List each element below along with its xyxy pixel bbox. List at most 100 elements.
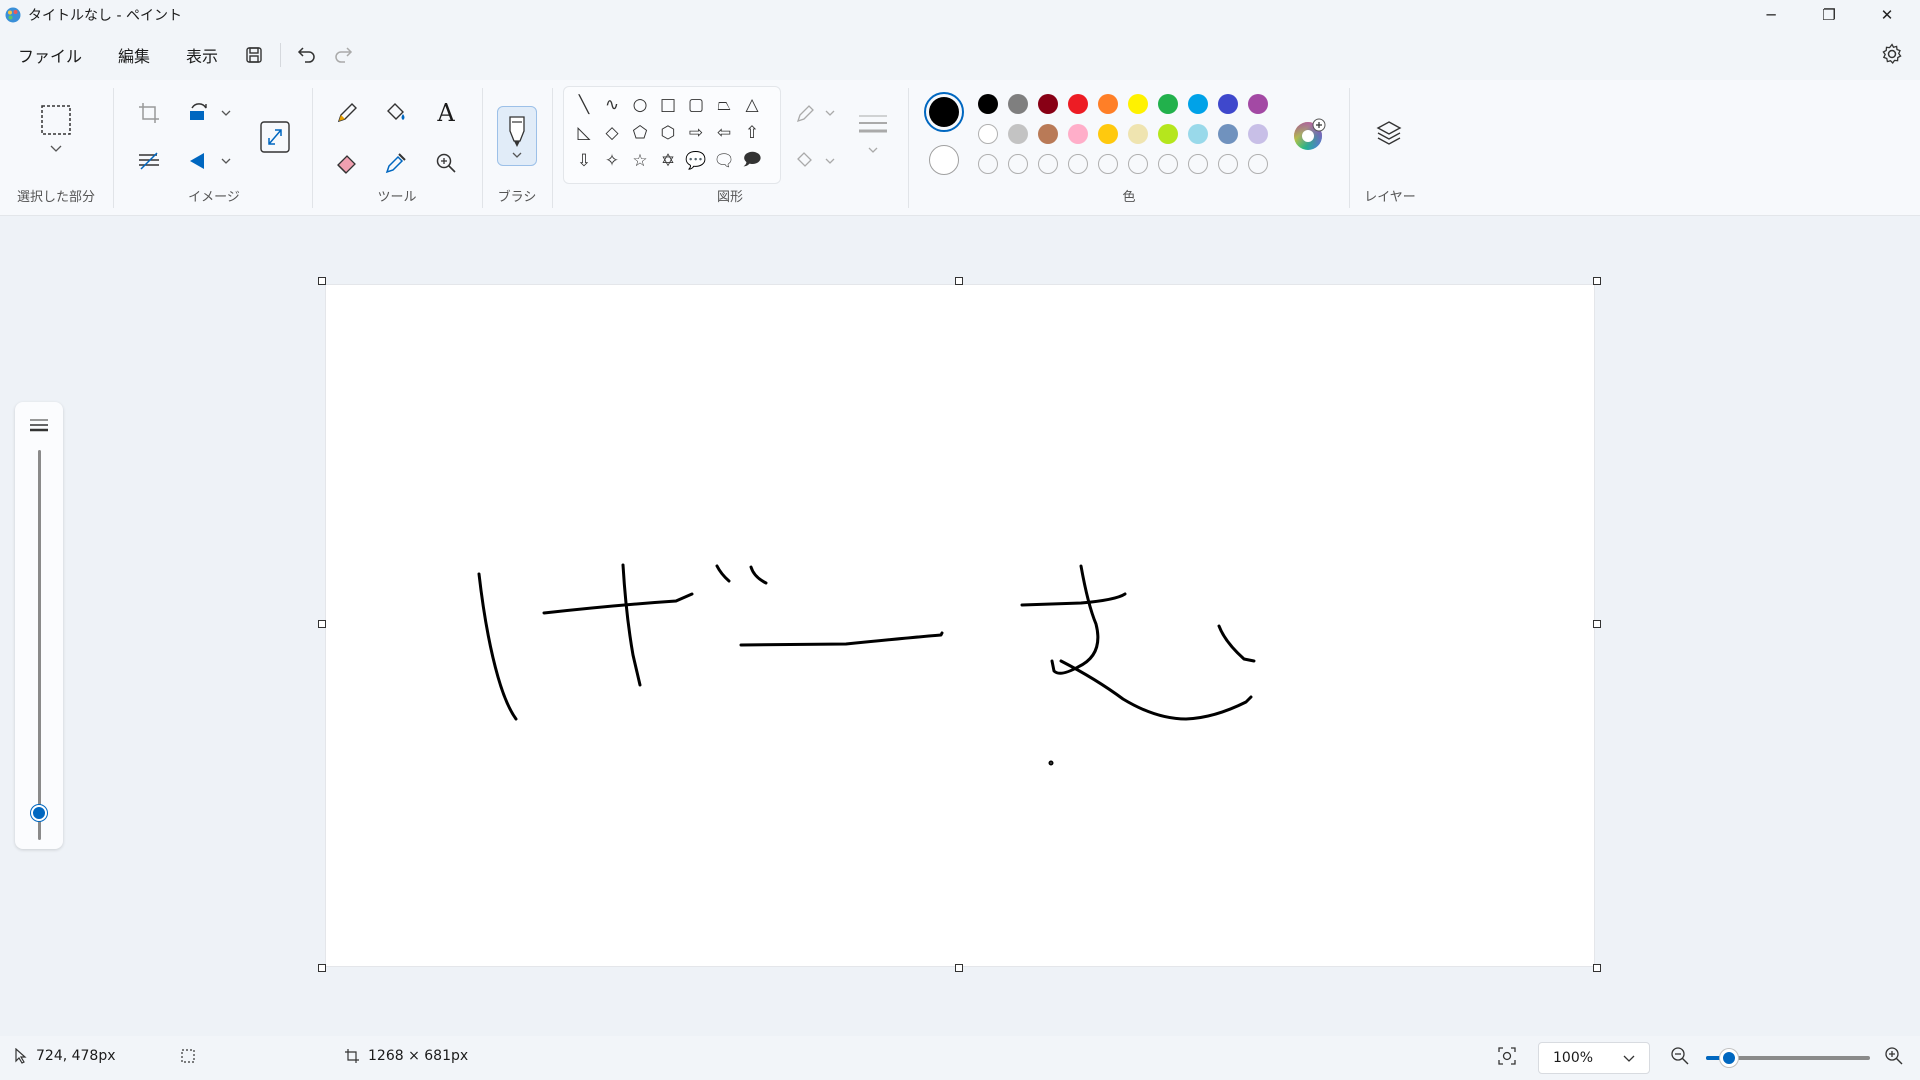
color-swatch[interactable] — [1068, 124, 1088, 144]
resize-handle-bottom-right[interactable] — [1593, 964, 1601, 972]
select-tool-button[interactable] — [40, 104, 72, 158]
cursor-position-text: 724, 478px — [36, 1048, 116, 1064]
brush-size-slider[interactable] — [15, 402, 63, 849]
resize-handle-right[interactable] — [1593, 620, 1601, 628]
custom-color-slot[interactable] — [1248, 154, 1268, 174]
color-swatch[interactable] — [1158, 124, 1178, 144]
shape-option[interactable]: ○ — [626, 91, 654, 119]
shape-option[interactable]: 🗨 — [710, 147, 738, 175]
undo-button[interactable] — [289, 37, 325, 73]
fit-to-window-button[interactable] — [1497, 1046, 1517, 1066]
custom-color-slot[interactable] — [1038, 154, 1058, 174]
shape-option[interactable]: ╲ — [570, 91, 598, 119]
redo-button[interactable] — [325, 37, 361, 73]
pencil-tool-button[interactable] — [334, 98, 360, 128]
color-picker-tool-button[interactable] — [383, 148, 409, 178]
color-swatch[interactable] — [1068, 94, 1088, 114]
fill-tool-button[interactable] — [383, 98, 409, 128]
rotate-button[interactable] — [186, 100, 234, 126]
crop-button[interactable] — [136, 100, 162, 126]
shape-option[interactable]: ⏢ — [710, 91, 738, 119]
resize-handle-left[interactable] — [318, 620, 326, 628]
shape-outline-button[interactable] — [794, 100, 842, 126]
zoom-slider-thumb[interactable] — [1719, 1049, 1738, 1067]
custom-color-slot[interactable] — [1188, 154, 1208, 174]
custom-color-slot[interactable] — [1128, 154, 1148, 174]
color-swatch[interactable] — [1008, 94, 1028, 114]
settings-button[interactable] — [1880, 42, 1904, 70]
secondary-color-button[interactable] — [929, 145, 959, 175]
text-tool-button[interactable]: A — [432, 98, 460, 128]
color-swatch[interactable] — [1218, 124, 1238, 144]
shape-fill-button[interactable] — [794, 148, 842, 174]
brush-size-track[interactable] — [38, 450, 41, 840]
shape-option[interactable]: ▢ — [682, 91, 710, 119]
save-button[interactable] — [236, 37, 272, 73]
shape-option[interactable]: ⬡ — [654, 119, 682, 147]
brush-size-thumb[interactable] — [31, 805, 47, 822]
brush-button[interactable] — [497, 106, 537, 166]
shape-option[interactable]: 🗩 — [738, 147, 766, 175]
resize-handle-top[interactable] — [955, 277, 963, 285]
color-swatch[interactable] — [1248, 94, 1268, 114]
shape-option[interactable]: ⇦ — [710, 119, 738, 147]
shape-option[interactable]: ◇ — [598, 119, 626, 147]
shape-option[interactable]: ⇩ — [570, 147, 598, 175]
color-swatch[interactable] — [1188, 94, 1208, 114]
resize-handle-top-right[interactable] — [1593, 277, 1601, 285]
color-swatch[interactable] — [1158, 94, 1178, 114]
shape-option[interactable]: ⇨ — [682, 119, 710, 147]
shape-option[interactable]: △ — [738, 91, 766, 119]
custom-color-slot[interactable] — [1098, 154, 1118, 174]
shape-option[interactable]: ◺ — [570, 119, 598, 147]
flip-button[interactable] — [186, 148, 234, 174]
zoom-dropdown[interactable]: 100% — [1538, 1042, 1650, 1074]
resize-handle-top-left[interactable] — [318, 277, 326, 285]
shapes-gallery[interactable]: ╲ ∿ ○ □ ▢ ⏢ △ ◺ ◇ ⬠ ⬡ ⇨ ⇦ ⇧ ⇩ ✧ ☆ ✡ 💬 🗨 🗩 — [563, 86, 781, 184]
color-swatch[interactable] — [1038, 94, 1058, 114]
color-swatch[interactable] — [1128, 124, 1148, 144]
shape-size-button[interactable] — [856, 108, 890, 158]
color-swatch[interactable] — [1098, 124, 1118, 144]
shape-option[interactable]: ∿ — [598, 91, 626, 119]
resize-handle-bottom[interactable] — [955, 964, 963, 972]
color-swatch[interactable] — [1128, 94, 1148, 114]
shape-option[interactable]: ⇧ — [738, 119, 766, 147]
drawing-canvas[interactable] — [325, 284, 1595, 967]
color-swatch[interactable] — [978, 124, 998, 144]
shape-option[interactable]: 💬 — [682, 147, 710, 175]
custom-color-slot[interactable] — [1218, 154, 1238, 174]
color-swatch[interactable] — [978, 94, 998, 114]
magnifier-tool-button[interactable] — [432, 148, 460, 178]
menu-edit[interactable]: 編集 — [100, 37, 168, 73]
shape-option[interactable]: ☆ — [626, 147, 654, 175]
zoom-in-button[interactable] — [1884, 1046, 1904, 1066]
color-swatch[interactable] — [1218, 94, 1238, 114]
color-swatch[interactable] — [1008, 124, 1028, 144]
custom-color-slot[interactable] — [1068, 154, 1088, 174]
shape-option[interactable]: □ — [654, 91, 682, 119]
transparency-button[interactable] — [136, 148, 162, 174]
shape-option[interactable]: ✡ — [654, 147, 682, 175]
resize-button[interactable] — [258, 118, 292, 156]
minimize-button[interactable]: ─ — [1742, 0, 1800, 30]
menu-view[interactable]: 表示 — [168, 37, 236, 73]
layers-button[interactable] — [1374, 118, 1404, 148]
color-swatch[interactable] — [1188, 124, 1208, 144]
color-swatch[interactable] — [1098, 94, 1118, 114]
menu-file[interactable]: ファイル — [0, 37, 100, 73]
color-swatch[interactable] — [1038, 124, 1058, 144]
shape-option[interactable]: ✧ — [598, 147, 626, 175]
eraser-tool-button[interactable] — [334, 148, 360, 178]
custom-color-slot[interactable] — [978, 154, 998, 174]
resize-handle-bottom-left[interactable] — [318, 964, 326, 972]
restore-button[interactable]: ❐ — [1800, 0, 1858, 30]
shape-option[interactable]: ⬠ — [626, 119, 654, 147]
zoom-out-button[interactable] — [1670, 1046, 1690, 1066]
custom-color-slot[interactable] — [1008, 154, 1028, 174]
edit-colors-button[interactable] — [1292, 118, 1326, 152]
close-button[interactable]: ✕ — [1858, 0, 1916, 30]
primary-color-button[interactable] — [924, 92, 964, 132]
custom-color-slot[interactable] — [1158, 154, 1178, 174]
color-swatch[interactable] — [1248, 124, 1268, 144]
